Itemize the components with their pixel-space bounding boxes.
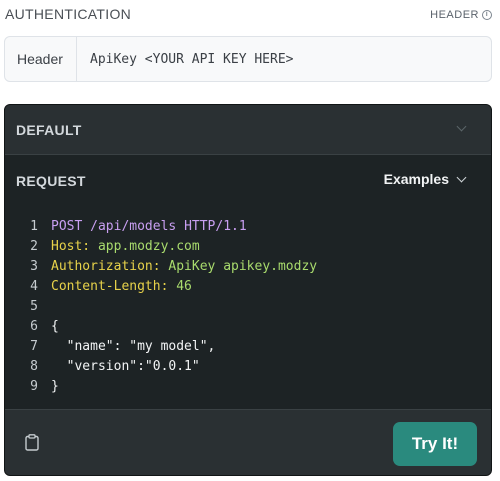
clipboard-icon[interactable] — [25, 434, 39, 451]
header-key: Host: — [51, 239, 91, 254]
chevron-down-icon — [456, 172, 467, 182]
http-protocol: HTTP/1.1 — [184, 219, 247, 234]
line-number: 9 — [30, 379, 38, 394]
http-method: POST — [51, 219, 83, 234]
header-key: Content-Length: — [51, 279, 169, 294]
code-line: 2 Host: app.modzy.com — [5, 237, 491, 257]
auth-value-input[interactable]: ApiKey <YOUR API KEY HERE> — [77, 52, 294, 67]
info-icon[interactable]: i — [482, 10, 492, 20]
default-label: DEFAULT — [16, 121, 82, 138]
request-label: REQUEST — [16, 173, 86, 189]
code-line: 6 { — [5, 317, 491, 337]
header-value: app.modzy.com — [97, 239, 200, 254]
line-number: 4 — [30, 279, 38, 294]
code-text: Authorization: ApiKey apikey.modzy — [38, 257, 317, 277]
code-text: POST /api/models HTTP/1.1 — [38, 217, 247, 237]
examples-label: Examples — [383, 171, 449, 187]
header-key: Authorization: — [51, 259, 161, 274]
request-panel: DEFAULT REQUEST Examples 1 POST /api/mod… — [4, 104, 492, 476]
code-line: 9 } — [5, 377, 491, 397]
line-number: 7 — [30, 339, 38, 354]
code-line: 4 Content-Length: 46 — [5, 277, 491, 297]
line-number: 8 — [30, 359, 38, 374]
line-number: 3 — [30, 259, 38, 274]
code-text: "name": "my model", — [51, 339, 216, 354]
examples-dropdown[interactable]: Examples — [383, 171, 467, 187]
code-line: 3 Authorization: ApiKey apikey.modzy — [5, 257, 491, 277]
panel-footer: Try It! — [5, 409, 491, 475]
code-line: 1 POST /api/models HTTP/1.1 — [5, 217, 491, 237]
try-it-button[interactable]: Try It! — [393, 422, 477, 466]
auth-key-label: Header — [5, 37, 77, 81]
code-line: 7 "name": "my model", — [5, 337, 491, 357]
header-value: ApiKey apikey.modzy — [168, 259, 318, 274]
line-number: 2 — [30, 239, 38, 254]
line-number: 6 — [30, 319, 38, 334]
code-text: Host: app.modzy.com — [38, 237, 200, 257]
code-line: 8 "version":"0.0.1" — [5, 357, 491, 377]
code-block: 1 POST /api/models HTTP/1.1 2 Host: app.… — [5, 217, 491, 397]
code-text: "version":"0.0.1" — [51, 359, 200, 374]
auth-title: AUTHENTICATION — [5, 6, 132, 22]
default-section-header[interactable]: DEFAULT — [5, 105, 491, 155]
auth-type-tag[interactable]: HEADER i — [430, 9, 492, 21]
code-text: } — [51, 379, 59, 394]
header-value: 46 — [176, 279, 192, 294]
code-text: { — [51, 319, 59, 334]
chevron-down-icon[interactable] — [456, 121, 467, 132]
http-path: /api/models — [90, 219, 177, 234]
line-number: 5 — [30, 299, 38, 314]
line-number: 1 — [30, 219, 38, 234]
code-line: 5 — [5, 297, 491, 317]
auth-header-field: Header ApiKey <YOUR API KEY HERE> — [4, 36, 492, 82]
auth-type-label: HEADER — [430, 9, 479, 21]
code-text: Content-Length: 46 — [38, 277, 192, 297]
